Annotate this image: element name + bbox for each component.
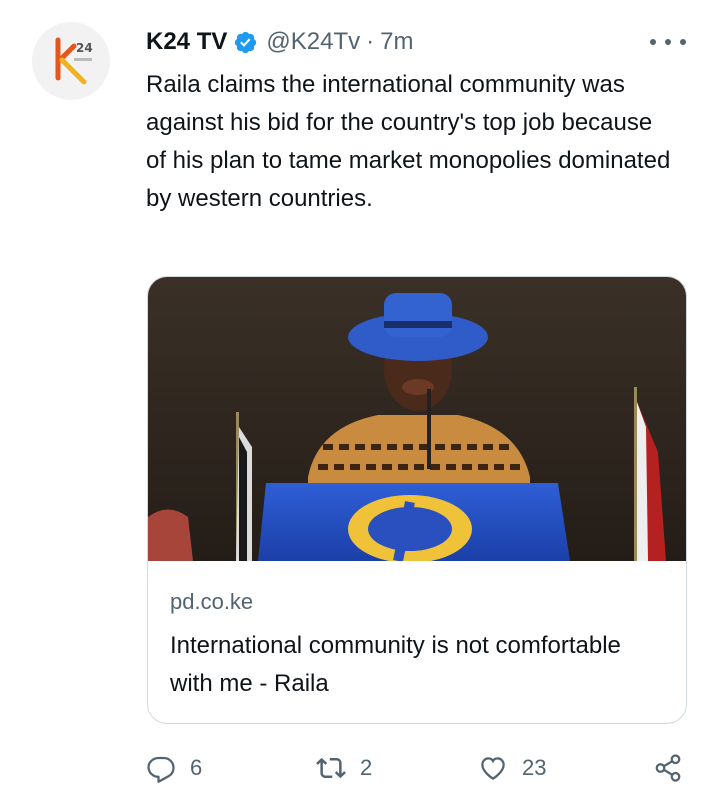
avatar[interactable]: 24 [32, 22, 110, 100]
k24-logo-icon: 24 [55, 37, 93, 85]
link-card[interactable]: pd.co.ke International community is not … [147, 276, 687, 724]
card-image[interactable] [148, 277, 686, 561]
timestamp[interactable]: 7m [380, 28, 413, 56]
user-handle[interactable]: @K24Tv [266, 28, 360, 56]
separator-dot: · [366, 28, 375, 55]
retweet-icon [316, 757, 346, 779]
action-bar: 6 2 23 [146, 748, 691, 788]
reply-button[interactable]: 6 [146, 748, 202, 788]
more-options-icon[interactable] [650, 30, 686, 54]
card-domain: pd.co.ke [170, 589, 254, 614]
card-title[interactable]: International community is not comfortab… [170, 627, 660, 703]
svg-text:24: 24 [76, 41, 93, 55]
display-name[interactable]: K24 TV [146, 28, 227, 56]
tweet-text: Raila claims the international community… [146, 71, 671, 212]
reply-icon [147, 756, 175, 783]
tweet-header: K24 TV @K24Tv · 7m [146, 26, 413, 58]
heart-icon [481, 757, 505, 780]
like-button[interactable]: 23 [478, 748, 546, 788]
share-icon [655, 754, 681, 782]
like-count: 23 [522, 755, 547, 780]
verified-badge-icon [233, 30, 258, 55]
retweet-button[interactable]: 2 [316, 748, 372, 788]
reply-count: 6 [190, 755, 203, 780]
retweet-count: 2 [360, 755, 373, 780]
share-button[interactable] [653, 748, 683, 788]
